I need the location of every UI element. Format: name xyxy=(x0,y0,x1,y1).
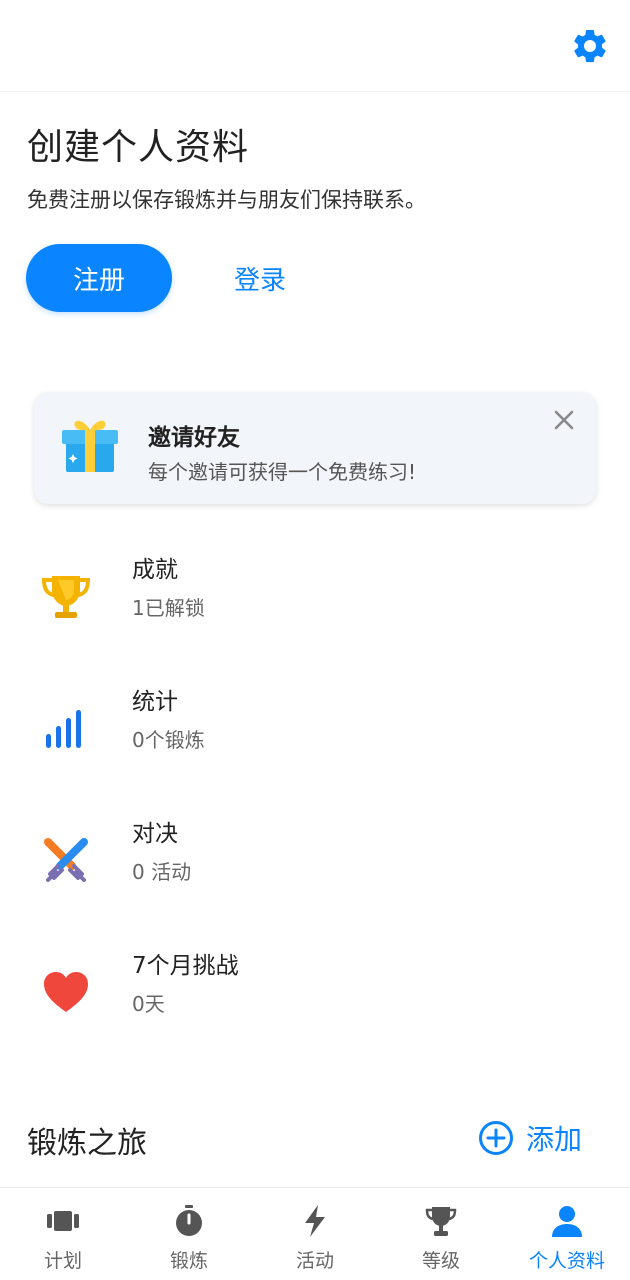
gift-icon xyxy=(62,420,118,472)
add-button[interactable]: 添加 xyxy=(478,1118,582,1158)
login-button[interactable]: 登录 xyxy=(205,244,315,312)
top-bar xyxy=(0,0,630,92)
lightning-icon xyxy=(305,1205,325,1237)
bottom-nav: 计划 锻炼 活动 等级 个人资料 xyxy=(0,1187,630,1280)
trophy-icon xyxy=(425,1207,457,1236)
list-item-statistics[interactable]: 统计 0个锻炼 xyxy=(0,676,630,786)
list-item-duels[interactable]: 对决 0 活动 xyxy=(0,808,630,918)
nav-label-plan: 计划 xyxy=(43,1250,82,1272)
profile-screen: 创建个人资料 免费注册以保存锻炼并与朋友们保持联系。 注册 登录 邀请好友 每个… xyxy=(0,0,630,1280)
trophy-icon xyxy=(41,576,91,618)
heart-icon xyxy=(44,972,88,1012)
invite-subtitle: 每个邀请可获得一个免费练习! xyxy=(148,460,417,484)
duels-value: 0 活动 xyxy=(132,860,192,884)
achievements-label: 成就 xyxy=(132,557,178,583)
nav-item-level[interactable]: 等级 xyxy=(378,1188,504,1280)
achievements-value: 1已解锁 xyxy=(132,596,205,620)
nav-label-activity: 活动 xyxy=(295,1250,334,1272)
stopwatch-icon xyxy=(176,1205,202,1236)
list-item-challenge[interactable]: 7个月挑战 0天 xyxy=(0,940,630,1050)
add-circle-icon xyxy=(479,1121,513,1155)
register-button[interactable]: 注册 xyxy=(26,244,172,312)
page-title: 创建个人资料 xyxy=(27,127,250,168)
nav-item-workout[interactable]: 锻炼 xyxy=(126,1188,252,1280)
list-item-achievements[interactable]: 成就 1已解锁 xyxy=(0,544,630,654)
nav-label-workout: 锻炼 xyxy=(169,1250,208,1272)
bar-chart-icon xyxy=(46,710,81,748)
crossed-swords-icon xyxy=(44,838,88,882)
nav-label-profile: 个人资料 xyxy=(528,1250,605,1272)
invite-title: 邀请好友 xyxy=(148,425,240,451)
invite-friends-card[interactable]: 邀请好友 每个邀请可获得一个免费练习! xyxy=(34,392,596,504)
add-label: 添加 xyxy=(526,1123,583,1156)
challenge-label: 7个月挑战 xyxy=(132,953,239,979)
gear-icon[interactable] xyxy=(570,26,610,66)
statistics-label: 统计 xyxy=(132,689,178,715)
nav-item-plan[interactable]: 计划 xyxy=(0,1188,126,1280)
statistics-value: 0个锻炼 xyxy=(132,728,205,752)
close-icon[interactable] xyxy=(550,406,578,434)
nav-label-level: 等级 xyxy=(421,1250,460,1272)
plan-icon xyxy=(47,1211,79,1231)
journey-title: 锻炼之旅 xyxy=(27,1126,147,1161)
nav-item-profile[interactable]: 个人资料 xyxy=(504,1188,630,1280)
page-subtitle: 免费注册以保存锻炼并与朋友们保持联系。 xyxy=(27,188,426,212)
duels-label: 对决 xyxy=(132,821,178,847)
challenge-value: 0天 xyxy=(132,992,165,1016)
person-icon xyxy=(552,1206,582,1237)
nav-item-activity[interactable]: 活动 xyxy=(252,1188,378,1280)
